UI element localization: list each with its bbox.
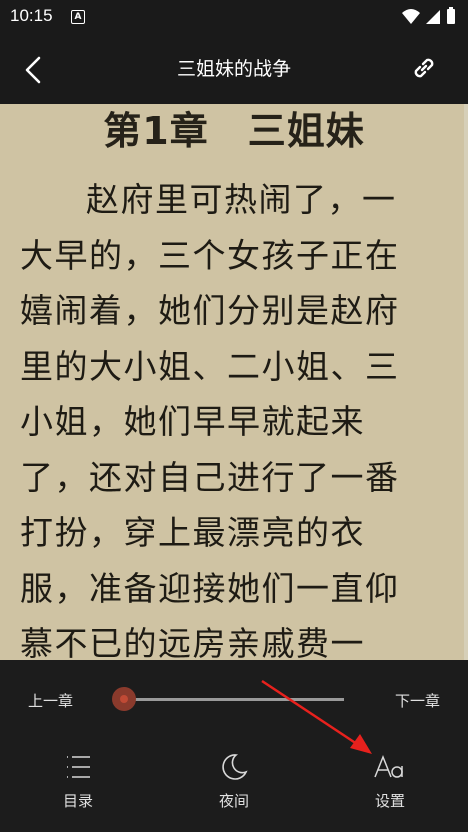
status-time: 10:15 (10, 6, 53, 25)
link-icon[interactable] (410, 54, 438, 82)
wifi-icon (402, 9, 420, 24)
book-title: 三姐妹的战争 (176, 58, 291, 80)
reader-control-panel: 上一章 下一章 目录 夜间 设置 (0, 660, 468, 832)
battery-icon (447, 9, 455, 24)
settings-button[interactable]: 设置 (350, 752, 430, 811)
status-bar: 10:15 A (0, 0, 468, 34)
chapter-progress-slider[interactable] (124, 698, 344, 701)
font-settings-icon (374, 754, 403, 778)
table-of-contents-label: 目录 (62, 792, 93, 810)
night-mode-button[interactable]: 夜间 (194, 752, 274, 811)
next-chapter-button[interactable]: 下一章 (395, 690, 440, 711)
chapter-text: 赵府里可热闹了，一大早的，三个女孩子正在嬉闹着，她们分别是赵府里的大小姐、二小姐… (20, 180, 400, 660)
slider-thumb[interactable] (112, 687, 136, 711)
system-status-icons (402, 7, 455, 24)
night-mode-label: 夜间 (218, 792, 249, 810)
moon-icon (222, 754, 248, 780)
cellular-icon (426, 10, 440, 24)
settings-label: 设置 (374, 792, 405, 810)
page-edge (464, 104, 468, 660)
notification-icon: A (71, 10, 85, 24)
table-of-contents-button[interactable]: 目录 (38, 752, 118, 811)
list-icon (67, 756, 90, 778)
prev-chapter-button[interactable]: 上一章 (28, 690, 73, 711)
app-bar: 三姐妹的战争 (0, 34, 468, 104)
chapter-title: 第1章 三姐妹 (103, 109, 365, 153)
reading-page[interactable]: 第1章 三姐妹 赵府里可热闹了，一大早的，三个女孩子正在嬉闹着，她们分别是赵府里… (0, 104, 468, 660)
